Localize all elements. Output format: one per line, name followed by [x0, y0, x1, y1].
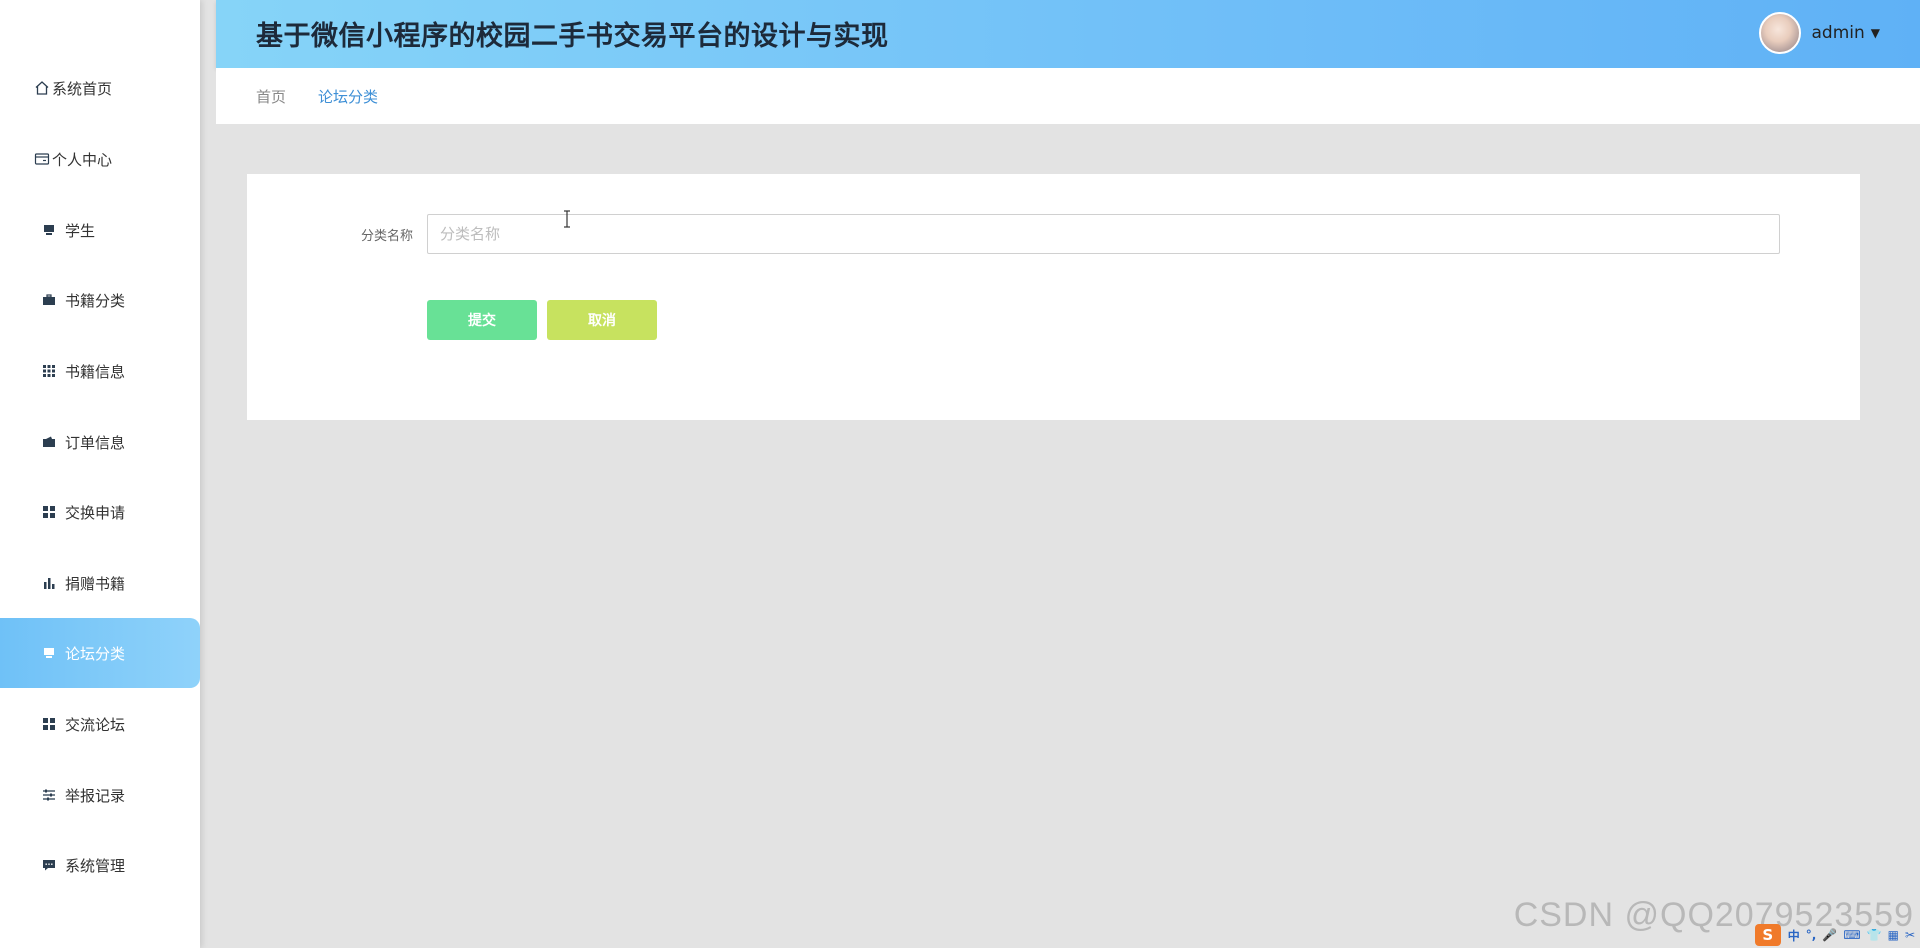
caret-down-icon[interactable]: ▼ [1871, 26, 1880, 40]
text-cursor-icon [562, 210, 572, 228]
toolbox-icon[interactable]: ▦ [1888, 928, 1899, 942]
home-icon [34, 80, 50, 96]
microphone-icon[interactable]: 🎤 [1822, 928, 1837, 942]
avatar[interactable] [1759, 12, 1802, 54]
sidebar-item-forum-categories[interactable]: 论坛分类 [0, 618, 200, 688]
profile-card-icon [34, 151, 50, 167]
user-menu[interactable]: admin ▼ [1759, 10, 1880, 56]
monitor-icon [41, 222, 57, 238]
top-header: 基于微信小程序的校园二手书交易平台的设计与实现 admin ▼ [216, 0, 1920, 68]
skin-icon[interactable]: 👕 [1867, 928, 1882, 942]
breadcrumb: 首页 论坛分类 [216, 68, 1920, 124]
ime-chinese-mode[interactable]: 中 [1788, 927, 1800, 944]
sidebar-item-book-categories[interactable]: 书籍分类 [0, 265, 200, 335]
sidebar-item-label: 系统管理 [65, 856, 126, 875]
user-name[interactable]: admin [1811, 23, 1864, 43]
sidebar-item-label: 捐赠书籍 [65, 574, 126, 593]
sidebar-item-label: 学生 [65, 221, 96, 240]
sidebar: 系统首页 个人中心 学生 书籍分类 书籍信息 订单信息 交换申请 捐赠书籍 论坛… [0, 0, 200, 948]
sidebar-item-system-management[interactable]: 系统管理 [0, 830, 200, 900]
category-name-input[interactable] [427, 214, 1780, 254]
sidebar-item-label: 书籍分类 [65, 291, 126, 310]
category-name-label: 分类名称 [361, 229, 414, 244]
breadcrumb-home[interactable]: 首页 [256, 86, 286, 107]
sidebar-item-donated-books[interactable]: 捐赠书籍 [0, 548, 200, 618]
app-title: 基于微信小程序的校园二手书交易平台的设计与实现 [256, 21, 889, 52]
sidebar-item-profile[interactable]: 个人中心 [0, 124, 200, 194]
cancel-button[interactable]: 取消 [547, 300, 657, 340]
sidebar-item-book-info[interactable]: 书籍信息 [0, 336, 200, 406]
scissors-icon[interactable]: ✂ [1905, 928, 1915, 942]
monitor-icon [41, 645, 57, 661]
tiles-icon [41, 504, 57, 520]
sliders-icon [41, 787, 57, 803]
breadcrumb-current: 论坛分类 [318, 87, 379, 106]
sidebar-item-reports[interactable]: 举报记录 [0, 760, 200, 830]
sidebar-item-label: 个人中心 [52, 150, 113, 169]
ime-punctuation-icon[interactable]: °, [1806, 928, 1817, 942]
sidebar-item-orders[interactable]: 订单信息 [0, 407, 200, 477]
sidebar-item-exchange-requests[interactable]: 交换申请 [0, 477, 200, 547]
sidebar-item-label: 交换申请 [65, 503, 126, 522]
chat-icon [41, 857, 57, 873]
form-card: 分类名称 提交 取消 [247, 174, 1860, 420]
tiles-icon [41, 716, 57, 732]
sidebar-item-label: 交流论坛 [65, 715, 126, 734]
sidebar-item-forum[interactable]: 交流论坛 [0, 689, 200, 759]
ime-logo-icon[interactable]: S [1754, 924, 1781, 946]
keyboard-icon[interactable]: ⌨ [1843, 928, 1860, 942]
sidebar-item-label: 举报记录 [65, 786, 126, 805]
sidebar-item-label: 系统首页 [52, 79, 113, 98]
sidebar-item-home[interactable]: 系统首页 [0, 53, 200, 123]
sidebar-item-label: 书籍信息 [65, 362, 126, 381]
sidebar-item-students[interactable]: 学生 [0, 195, 200, 265]
ime-toolbar[interactable]: S 中 °, 🎤 ⌨ 👕 ▦ ✂ [1754, 924, 1918, 946]
sidebar-item-label: 订单信息 [65, 433, 126, 452]
grid-icon [41, 363, 57, 379]
bar-chart-icon [41, 575, 57, 591]
briefcase-icon [41, 292, 57, 308]
submit-button[interactable]: 提交 [427, 300, 537, 340]
wallet-icon [41, 434, 57, 450]
sidebar-item-label: 论坛分类 [65, 644, 126, 663]
